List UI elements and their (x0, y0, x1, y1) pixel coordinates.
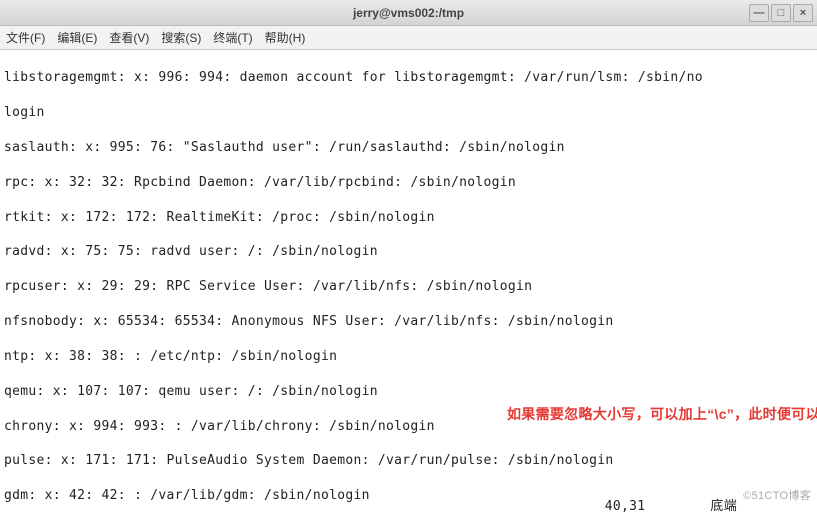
output-line: login (4, 104, 813, 121)
close-button[interactable]: × (793, 4, 813, 22)
output-line: rpc: x: 32: 32: Rpcbind Daemon: /var/lib… (4, 174, 813, 191)
menu-view[interactable]: 查看(V) (109, 29, 149, 46)
window-controls: — □ × (749, 4, 813, 22)
minimize-button[interactable]: — (749, 4, 769, 22)
annotation-text: 如果需要忽略大小写，可以加上“\c”，此时便可以查询忽略大小写后的所有字符信息了 (507, 402, 807, 426)
maximize-button[interactable]: □ (771, 4, 791, 22)
output-line: pulse: x: 171: 171: PulseAudio System Da… (4, 452, 813, 469)
output-line: rpcuser: x: 29: 29: RPC Service User: /v… (4, 278, 813, 295)
menu-terminal[interactable]: 终端(T) (213, 29, 252, 46)
menu-search[interactable]: 搜索(S) (161, 29, 201, 46)
output-line: nfsnobody: x: 65534: 65534: Anonymous NF… (4, 313, 813, 330)
window-titlebar: jerry@vms002:/tmp — □ × (0, 0, 817, 26)
window-title: jerry@vms002:/tmp (353, 6, 464, 20)
output-line: saslauth: x: 995: 76: "Saslauthd user": … (4, 139, 813, 156)
menu-file[interactable]: 文件(F) (6, 29, 45, 46)
watermark: ©51CTO博客 (743, 488, 811, 505)
output-line: ntp: x: 38: 38: : /etc/ntp: /sbin/nologi… (4, 348, 813, 365)
output-line: qemu: x: 107: 107: qemu user: /: /sbin/n… (4, 383, 813, 400)
terminal-output[interactable]: libstoragemgmt: x: 996: 994: daemon acco… (0, 50, 817, 517)
menu-help[interactable]: 帮助(H) (265, 29, 306, 46)
output-line: libstoragemgmt: x: 996: 994: daemon acco… (4, 69, 813, 86)
menu-edit[interactable]: 编辑(E) (57, 29, 97, 46)
cursor-position: 40,31 底端 (605, 498, 737, 515)
output-line: radvd: x: 75: 75: radvd user: /: /sbin/n… (4, 243, 813, 260)
menu-bar: 文件(F) 编辑(E) 查看(V) 搜索(S) 终端(T) 帮助(H) (0, 26, 817, 50)
output-line: rtkit: x: 172: 172: RealtimeKit: /proc: … (4, 209, 813, 226)
